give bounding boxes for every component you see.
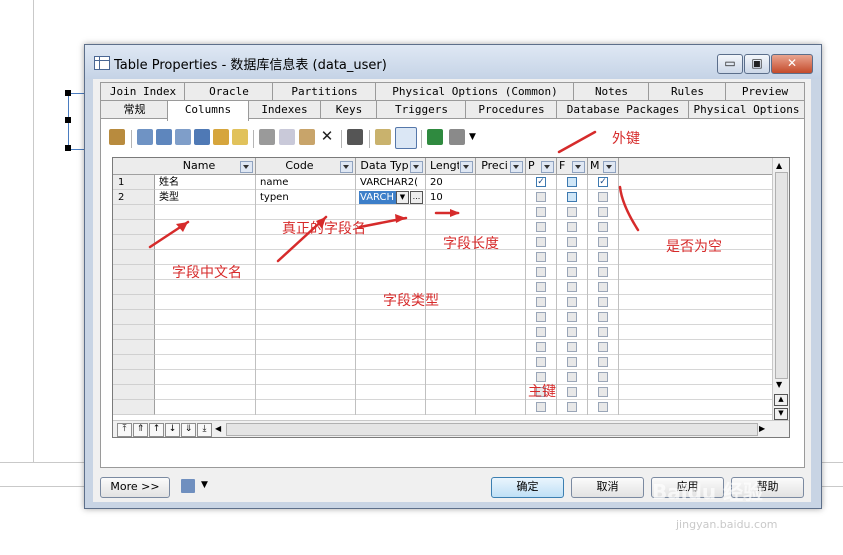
annotation-arrows — [148, 130, 640, 263]
tab-columns[interactable]: Columns — [167, 100, 249, 121]
annotation-field-type: 字段类型 — [383, 293, 439, 309]
baidu-watermark-logo: Baidu 经验 — [652, 480, 764, 504]
annotation-nullable: 是否为空 — [666, 239, 722, 255]
annotation-real-field-name: 真正的字段名 — [282, 221, 366, 237]
annotation-field-length: 字段长度 — [443, 236, 499, 252]
annotation-foreign-key: 外键 — [612, 131, 640, 147]
annotation-primary-key: 主键 — [528, 384, 556, 400]
baidu-watermark-url: jingyan.baidu.com — [676, 518, 778, 531]
annotation-chinese-name: 字段中文名 — [172, 265, 242, 281]
arrow-to-foreign-key — [557, 130, 597, 154]
arrow-to-mandatory — [618, 185, 640, 232]
